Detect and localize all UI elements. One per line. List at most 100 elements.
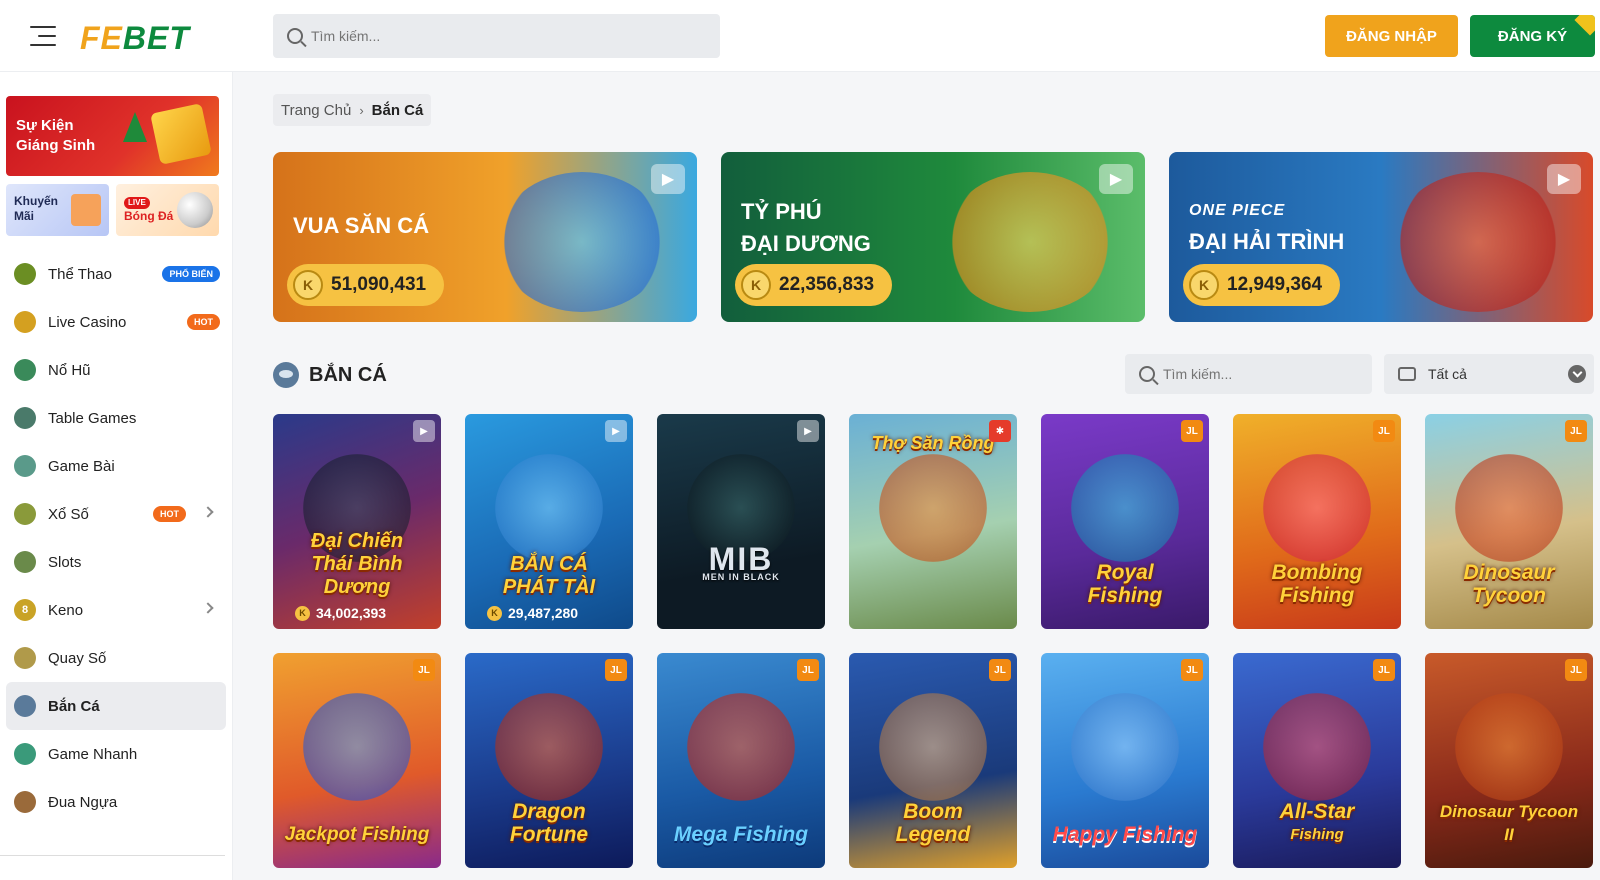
jackpot-pot-icon bbox=[14, 359, 36, 381]
sidebar-item-dua-ngua[interactable]: Đua Ngựa bbox=[6, 778, 226, 826]
game-title: Royal Fishing bbox=[1087, 561, 1163, 607]
section-header: BẮN CÁ bbox=[273, 362, 387, 388]
horse-icon bbox=[14, 791, 36, 813]
provider-filter-select[interactable]: Tất cả bbox=[1384, 354, 1594, 394]
plane-icon bbox=[14, 743, 36, 765]
sidebar-item-ban-ca[interactable]: Bắn Cá bbox=[6, 682, 226, 730]
game-grid: Đại Chiến Thái Bình Dương K 34,002,393 ▶ B… bbox=[273, 414, 1600, 880]
game-tile[interactable]: Dinosaur Tycoon II JL bbox=[1425, 653, 1593, 868]
game-tile[interactable]: Mega Fishing JL bbox=[657, 653, 825, 868]
sidebar-item-table-games[interactable]: Table Games bbox=[6, 394, 226, 442]
dragon-art bbox=[1071, 454, 1179, 562]
jackpot-pill: K 22,356,833 bbox=[735, 264, 893, 306]
game-tile[interactable]: Jackpot Fishing JL bbox=[273, 653, 441, 868]
chevron-right-icon[interactable] bbox=[202, 506, 214, 518]
play-icon[interactable]: ▶ bbox=[651, 164, 685, 194]
hot-badge: HOT bbox=[187, 314, 220, 330]
game-title: Dinosaur Tycoon bbox=[1463, 561, 1555, 607]
shark-art bbox=[497, 172, 667, 312]
casino-crown-icon bbox=[14, 311, 36, 333]
game-tile[interactable]: Royal Fishing JL bbox=[1041, 414, 1209, 629]
site-logo[interactable]: FEBET bbox=[80, 20, 190, 57]
chevron-right-icon: › bbox=[359, 102, 364, 118]
game-title: Đại Chiến Thái Bình Dương bbox=[310, 530, 404, 598]
game-title: Happy Fishing bbox=[1052, 823, 1198, 846]
register-button[interactable]: ĐĂNG KÝ bbox=[1470, 15, 1595, 57]
filter-icon bbox=[1398, 367, 1416, 381]
banner-title: ĐẠI HẢI TRÌNH bbox=[1189, 229, 1345, 254]
promo-live-football[interactable]: LIVE Bóng Đá bbox=[116, 184, 219, 236]
game-title: Thợ Săn Rồng bbox=[871, 433, 995, 453]
play-icon[interactable]: ▶ bbox=[1547, 164, 1581, 194]
fishing-icon bbox=[273, 362, 299, 388]
play-icon[interactable]: ▶ bbox=[1099, 164, 1133, 194]
top-header: FEBET ĐĂNG NHẬP ĐĂNG KÝ bbox=[0, 0, 1600, 72]
jl-provider-icon: JL bbox=[989, 659, 1011, 681]
play-icon: ▶ bbox=[605, 420, 627, 442]
gift-box-icon bbox=[71, 194, 101, 226]
promo-christmas-event[interactable]: Sự Kiện Giáng Sinh bbox=[6, 96, 219, 176]
menu-icon[interactable] bbox=[30, 26, 56, 46]
filter-value: Tất cả bbox=[1428, 366, 1467, 382]
jackpot-pill: K 12,949,364 bbox=[1183, 264, 1341, 306]
game-tile[interactable]: Đại Chiến Thái Bình Dương K 34,002,393 ▶ bbox=[273, 414, 441, 629]
sidebar-item-keno[interactable]: 8 Keno bbox=[6, 586, 226, 634]
game-tile[interactable]: MIB MEN IN BLACK ▶ bbox=[657, 414, 825, 629]
game-search-input[interactable] bbox=[1163, 366, 1353, 382]
king-art bbox=[879, 693, 987, 801]
sidebar-item-live-casino[interactable]: Live Casino HOT bbox=[6, 298, 226, 346]
cards-icon bbox=[14, 455, 36, 477]
game-jackpot: K 34,002,393 bbox=[295, 603, 386, 623]
chevron-right-icon[interactable] bbox=[202, 602, 214, 614]
game-title: Jackpot Fishing bbox=[284, 824, 430, 845]
chevron-down-icon bbox=[1568, 365, 1586, 383]
search-icon bbox=[1139, 366, 1155, 382]
sidebar-item-slots[interactable]: Slots bbox=[6, 538, 226, 586]
shark-art bbox=[303, 693, 411, 801]
jl-provider-icon: JL bbox=[1565, 659, 1587, 681]
banner-title: VUA SĂN CÁ bbox=[293, 213, 430, 238]
popular-badge: PHỔ BIẾN bbox=[162, 266, 220, 282]
sidebar-item-quay-so[interactable]: Quay Số bbox=[6, 634, 226, 682]
pufferfish-art bbox=[1263, 454, 1371, 562]
jl-provider-icon: JL bbox=[413, 659, 435, 681]
banner-dai-hai-trinh[interactable]: ONE PIECE ĐẠI HẢI TRÌNH K 12,949,364 ▶ bbox=[1169, 152, 1593, 322]
jl-provider-icon: JL bbox=[605, 659, 627, 681]
jl-provider-icon: JL bbox=[1565, 420, 1587, 442]
play-icon: ▶ bbox=[797, 420, 819, 442]
login-button[interactable]: ĐĂNG NHẬP bbox=[1325, 15, 1458, 57]
sidebar-item-xo-so[interactable]: Xổ Số HOT bbox=[6, 490, 226, 538]
header-search[interactable] bbox=[273, 14, 720, 58]
game-tile[interactable]: BẮN CÁ PHÁT TÀI K 29,487,280 ▶ bbox=[465, 414, 633, 629]
sports-ball-icon bbox=[14, 263, 36, 285]
sidebar-item-the-thao[interactable]: Thể Thao PHỔ BIẾN bbox=[6, 250, 226, 298]
game-title: BẮN CÁ PHÁT TÀI bbox=[502, 553, 596, 598]
jl-provider-icon: JL bbox=[1181, 659, 1203, 681]
banner-vua-san-ca[interactable]: VUA SĂN CÁ K 51,090,431 ▶ bbox=[273, 152, 697, 322]
sidebar-item-no-hu[interactable]: Nổ Hũ bbox=[6, 346, 226, 394]
shark-art bbox=[1071, 693, 1179, 801]
gift-icon bbox=[150, 103, 212, 165]
dinosaur-art bbox=[879, 454, 987, 562]
game-title: Boom Legend bbox=[895, 800, 971, 846]
header-search-input[interactable] bbox=[311, 28, 691, 44]
game-tile[interactable]: Happy Fishing JL bbox=[1041, 653, 1209, 868]
promo-khuyen-mai[interactable]: Khuyến Mãi bbox=[6, 184, 109, 236]
sidebar-nav: Thể Thao PHỔ BIẾN Live Casino HOT Nổ Hũ … bbox=[6, 250, 226, 826]
game-search[interactable] bbox=[1125, 354, 1372, 394]
game-title: MIB MEN IN BLACK bbox=[702, 541, 780, 582]
game-tile[interactable]: All-Star Fishing JL bbox=[1233, 653, 1401, 868]
game-tile[interactable]: Boom Legend JL bbox=[849, 653, 1017, 868]
table-games-icon bbox=[14, 407, 36, 429]
sidebar-item-game-nhanh[interactable]: Game Nhanh bbox=[6, 730, 226, 778]
football-icon bbox=[177, 192, 213, 228]
game-tile[interactable]: Thợ Săn Rồng ✱ bbox=[849, 414, 1017, 629]
sidebar-item-game-bai[interactable]: Game Bài bbox=[6, 442, 226, 490]
banner-ty-phu-dai-duong[interactable]: TỶ PHÚ ĐẠI DƯƠNG K 22,356,833 ▶ bbox=[721, 152, 1145, 322]
dinosaur-art bbox=[1455, 454, 1563, 562]
game-tile[interactable]: Dinosaur Tycoon JL bbox=[1425, 414, 1593, 629]
game-tile[interactable]: Dragon Fortune JL bbox=[465, 653, 633, 868]
game-tile[interactable]: Bombing Fishing JL bbox=[1233, 414, 1401, 629]
breadcrumb-home[interactable]: Trang Chủ bbox=[281, 102, 351, 119]
search-icon bbox=[287, 28, 303, 44]
